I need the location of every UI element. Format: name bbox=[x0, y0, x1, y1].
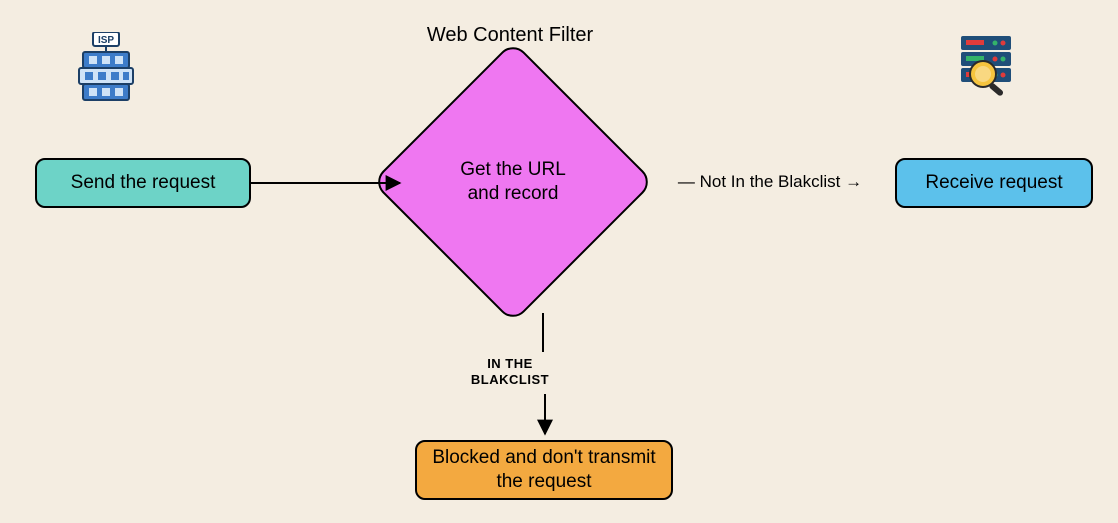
node-filter: Get the URL and record bbox=[413, 82, 613, 282]
diagram-title: Web Content Filter bbox=[380, 24, 640, 47]
edge-label-in-blacklist: IN THE BLAKCLIST bbox=[420, 356, 600, 389]
server-search-icon bbox=[955, 34, 1021, 96]
isp-label-text: ISP bbox=[98, 35, 114, 46]
node-receive: Receive request bbox=[895, 158, 1093, 208]
isp-icon: ISP bbox=[75, 32, 137, 102]
edge-label-not-in-blacklist: — Not In the Blakclist → bbox=[660, 172, 880, 192]
node-send: Send the request bbox=[35, 158, 251, 208]
edge-label-not-in-blacklist-text: Not In the Blakclist bbox=[700, 172, 841, 191]
node-blocked: Blocked and don't transmit the request bbox=[415, 440, 673, 500]
